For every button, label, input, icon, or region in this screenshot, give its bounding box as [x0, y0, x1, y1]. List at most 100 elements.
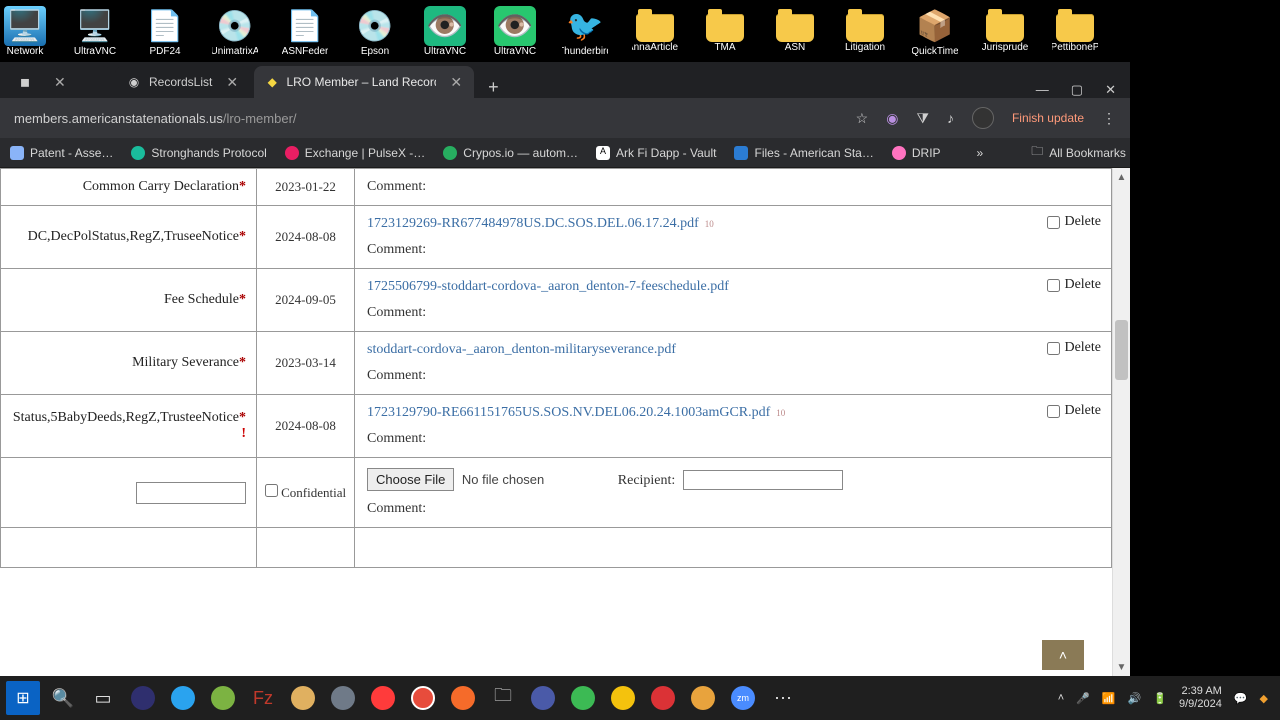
bookmarks-overflow-icon[interactable]: » [977, 146, 984, 160]
desktop-icon[interactable]: Litigation [842, 6, 888, 62]
confidential-control[interactable]: Confidential [265, 485, 346, 500]
desktop-icon[interactable]: 📄PDF24 [142, 6, 188, 62]
delete-control[interactable]: Delete [1047, 340, 1101, 356]
clock[interactable]: 2:39 AM 9/9/2024 [1179, 685, 1222, 711]
close-icon[interactable]: ✕ [450, 74, 462, 91]
bookmark[interactable]: Patent - Asse… [10, 146, 113, 160]
media-icon[interactable]: ♪ [947, 110, 954, 126]
desktop-icon[interactable]: 📦QuickTime [912, 6, 958, 62]
taskbar-app[interactable] [126, 681, 160, 715]
scroll-up-icon[interactable]: ▲ [1113, 168, 1130, 186]
desktop-icon[interactable]: 💿Epson [352, 6, 398, 62]
desktop-icon[interactable]: TMA [702, 6, 748, 62]
table-row: Common Carry Declaration* 2023-01-22 Com… [1, 169, 1112, 206]
bookmark[interactable]: AArk Fi Dapp - Vault [596, 146, 716, 160]
delete-control[interactable]: Delete [1047, 214, 1101, 230]
desktop-icon[interactable]: 📄ASNFeder [282, 6, 328, 62]
search-button[interactable]: 🔍 [46, 681, 80, 715]
extension-icon[interactable]: ◉ [886, 110, 898, 127]
system-tray: ˄ 🎤 📶 🔊 🔋 2:39 AM 9/9/2024 💬 ◆ [1058, 685, 1274, 711]
close-icon[interactable]: ✕ [226, 74, 238, 91]
wifi-icon[interactable]: 📶 [1102, 692, 1116, 705]
tab[interactable]: ◼ ✕ [6, 66, 111, 98]
desktop-icon[interactable]: PettiboneP [1052, 6, 1098, 62]
desktop-icon[interactable]: ASN [772, 6, 818, 62]
recipient-input[interactable] [683, 470, 843, 490]
bookmarks-bar: Patent - Asse… Stronghands Protocol Exch… [0, 138, 1130, 168]
scroll-thumb[interactable] [1115, 320, 1128, 380]
taskbar-app[interactable]: Fz [246, 681, 280, 715]
volume-icon[interactable]: 🔊 [1128, 692, 1142, 705]
taskbar-app[interactable] [166, 681, 200, 715]
table-row: Status,5BabyDeeds,RegZ,TrusteeNotice* ! … [1, 395, 1112, 458]
notification-icon[interactable]: 💬 [1234, 692, 1248, 705]
star-icon[interactable]: ☆ [856, 110, 869, 127]
table-row [1, 528, 1112, 568]
scroll-to-top-button[interactable]: ˄ [1042, 640, 1084, 670]
taskbar-app[interactable] [606, 681, 640, 715]
taskbar-app[interactable] [286, 681, 320, 715]
desktop-icon[interactable]: 👁️UltraVNC [422, 6, 468, 62]
tray-icon[interactable]: ◆ [1260, 692, 1268, 705]
microphone-icon[interactable]: 🎤 [1076, 692, 1090, 705]
bookmark[interactable]: Files - American Sta… [734, 146, 873, 160]
tab[interactable]: ◉ RecordsList ✕ [115, 66, 250, 98]
delete-checkbox[interactable] [1047, 405, 1060, 418]
extensions-icon[interactable]: ⧩ [916, 110, 929, 127]
url-display[interactable]: members.americanstatenationals.us/lro-me… [14, 111, 297, 126]
taskbar-app[interactable] [686, 681, 720, 715]
maximize-icon[interactable]: ▢ [1071, 82, 1083, 98]
all-bookmarks-button[interactable]: 🗀All Bookmarks [1031, 142, 1126, 163]
desktop-icon[interactable]: 👁️UltraVNC [492, 6, 538, 62]
record-file-link[interactable]: stoddart-cordova-_aaron_denton-militarys… [367, 342, 676, 357]
choose-file-button[interactable]: Choose File [367, 468, 454, 491]
record-file-link[interactable]: 1725506799-stoddart-cordova-_aaron_dento… [367, 279, 729, 294]
confidential-checkbox[interactable] [265, 484, 278, 497]
start-button[interactable]: ⊞ [6, 681, 40, 715]
taskbar-app[interactable] [326, 681, 360, 715]
close-icon[interactable]: ✕ [54, 74, 66, 91]
taskbar-app-active[interactable] [366, 681, 400, 715]
delete-checkbox[interactable] [1047, 216, 1060, 229]
profile-avatar[interactable] [972, 107, 994, 129]
delete-checkbox[interactable] [1047, 279, 1060, 292]
tab-active[interactable]: ◆ LRO Member – Land Recording ✕ [254, 66, 474, 98]
delete-control[interactable]: Delete [1047, 403, 1101, 419]
desktop-icon[interactable]: 🐦Thunderbird [562, 6, 608, 62]
scroll-down-icon[interactable]: ▼ [1113, 658, 1130, 676]
tray-chevron-icon[interactable]: ˄ [1058, 692, 1064, 704]
tab-favicon: ◉ [127, 75, 141, 89]
battery-icon[interactable]: 🔋 [1153, 692, 1167, 705]
taskbar-app[interactable]: zm [726, 681, 760, 715]
task-view-button[interactable]: ▭ [86, 681, 120, 715]
minimize-icon[interactable]: — [1036, 82, 1049, 98]
desktop-icon[interactable]: Jurisprude [982, 6, 1028, 62]
bookmark[interactable]: Stronghands Protocol [131, 146, 266, 160]
tab-favicon: ◼ [18, 75, 32, 89]
record-file-link[interactable]: 1723129790-RE661151765US.SOS.NV.DEL06.20… [367, 405, 770, 420]
desktop-icon[interactable]: 💿UnimatrixA [212, 6, 258, 62]
bookmark[interactable]: Exchange | PulseX -… [285, 146, 426, 160]
scrollbar[interactable]: ▲ ▼ [1112, 168, 1130, 676]
taskbar-app[interactable] [206, 681, 240, 715]
desktop-icon[interactable]: AnnaArticles [632, 6, 678, 62]
new-tab-button[interactable]: + [478, 77, 509, 98]
taskbar-app[interactable] [406, 681, 440, 715]
record-file-link[interactable]: 1723129269-RR677484978US.DC.SOS.DEL.06.1… [367, 216, 699, 231]
taskbar-app[interactable] [566, 681, 600, 715]
delete-control[interactable]: Delete [1047, 277, 1101, 293]
bookmark[interactable]: DRIP [892, 146, 941, 160]
taskbar-app[interactable]: 🗀 [486, 681, 520, 715]
taskbar-app[interactable] [446, 681, 480, 715]
taskbar-app[interactable] [646, 681, 680, 715]
delete-checkbox[interactable] [1047, 342, 1060, 355]
window-close-icon[interactable]: ✕ [1105, 82, 1116, 98]
taskbar-overflow[interactable]: ⋯ [766, 681, 800, 715]
kebab-menu-icon[interactable]: ⋮ [1102, 110, 1116, 127]
record-name-input[interactable] [136, 482, 246, 504]
taskbar-app[interactable] [526, 681, 560, 715]
finish-update-button[interactable]: Finish update [1012, 111, 1084, 125]
desktop-icon[interactable]: 🖥️Network [2, 6, 48, 62]
desktop-icon[interactable]: 🖥️UltraVNC [72, 6, 118, 62]
bookmark[interactable]: Crypos.io — autom… [443, 146, 578, 160]
